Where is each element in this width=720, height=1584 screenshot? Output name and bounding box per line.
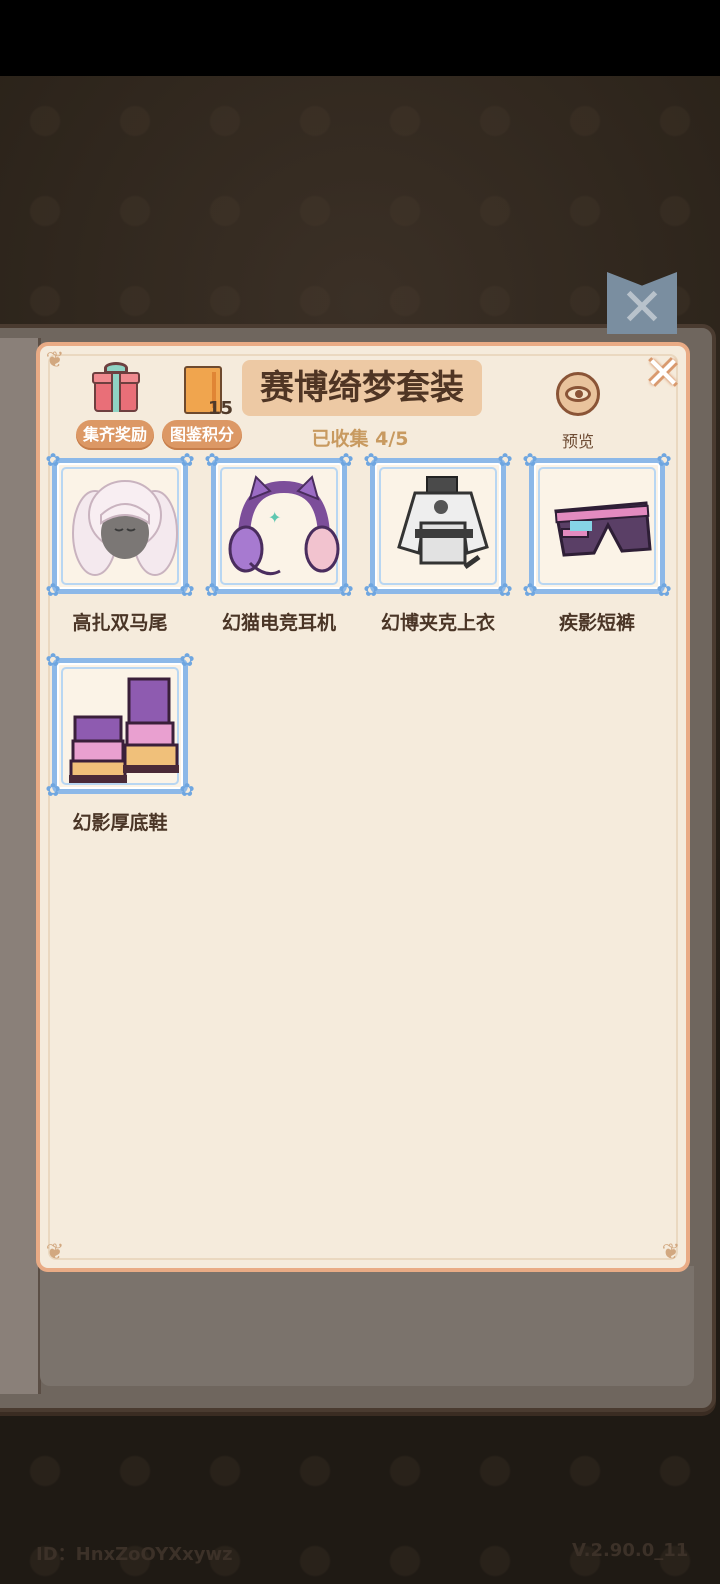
close-button[interactable]: ✕ [640, 352, 686, 398]
set-title: 赛博绮梦套装 [242, 360, 482, 416]
eye-icon[interactable] [556, 372, 600, 416]
svg-text:✦: ✦ [268, 508, 281, 527]
cyber-jacket-icon [397, 476, 489, 570]
item-frame [52, 658, 188, 794]
item-frame [529, 458, 665, 594]
platform-boots-icon [69, 677, 179, 783]
frame-clover-icon: ✿ [45, 780, 61, 801]
item-name: 幻影厚底鞋 [72, 812, 168, 834]
corner-ornament-icon: ❦ [45, 348, 65, 373]
bookmark-close-icon: ✕ [620, 278, 664, 338]
item-name: 高扎双马尾 [72, 612, 168, 634]
item-card[interactable]: ✿ ✿ ✿ ✿ 高扎双马尾 [44, 452, 196, 642]
version-label: V.2.90.0_11 [572, 1540, 689, 1561]
frame-clover-icon: ✿ [45, 450, 61, 471]
frame-clover-icon: ✿ [179, 780, 195, 801]
item-name: 幻猫电竞耳机 [221, 612, 336, 634]
frame-clover-icon: ✿ [338, 450, 354, 471]
player-id: ID：HnxZoOYXxywz [36, 1544, 233, 1565]
points-count: 15 [208, 398, 234, 419]
item-name: 疾影短裤 [558, 612, 635, 634]
corner-ornament-icon: ❦ [661, 1240, 681, 1265]
cat-ear-headphones-icon: ✦ [228, 475, 340, 576]
book-spine [0, 338, 41, 1394]
item-frame [52, 458, 188, 594]
frame-clover-icon: ✿ [204, 580, 220, 601]
frame-clover-icon: ✿ [363, 450, 379, 471]
frame-clover-icon: ✿ [522, 580, 538, 601]
book-lower-page [40, 1266, 694, 1386]
frame-clover-icon: ✿ [656, 450, 672, 471]
corner-ornament-icon: ❦ [45, 1240, 65, 1265]
item-frame [370, 458, 506, 594]
frame-clover-icon: ✿ [363, 580, 379, 601]
collection-progress: 已收集 4/5 [311, 428, 409, 450]
frame-clover-icon: ✿ [497, 450, 513, 471]
frame-clover-icon: ✿ [45, 650, 61, 671]
frame-clover-icon: ✿ [179, 450, 195, 471]
status-bar [0, 0, 720, 76]
item-frame: ✦ [211, 458, 347, 594]
twin-tails-hair-icon [72, 480, 178, 576]
frame-clover-icon: ✿ [656, 580, 672, 601]
item-name: 幻博夹克上衣 [380, 612, 495, 634]
frame-clover-icon: ✿ [204, 450, 220, 471]
frame-clover-icon: ✿ [45, 580, 61, 601]
frame-clover-icon: ✿ [179, 650, 195, 671]
item-card[interactable]: ✦ ✿ ✿ ✿ ✿ 幻猫电竞耳机 [203, 452, 355, 642]
collection-points-button[interactable]: 图鉴积分 [162, 420, 242, 450]
gift-icon[interactable] [92, 362, 140, 414]
preview-label[interactable]: 预览 [548, 428, 608, 452]
frame-clover-icon: ✿ [497, 580, 513, 601]
frame-clover-icon: ✿ [179, 580, 195, 601]
item-card[interactable]: ✿ ✿ ✿ ✿ 幻博夹克上衣 [362, 452, 514, 642]
item-card[interactable]: ✿ ✿ ✿ ✿ 疾影短裤 [521, 452, 673, 642]
frame-clover-icon: ✿ [338, 580, 354, 601]
shorts-icon [554, 501, 652, 557]
collect-reward-button[interactable]: 集齐奖励 [76, 420, 154, 450]
frame-clover-icon: ✿ [522, 450, 538, 471]
item-card[interactable]: ✿ ✿ ✿ ✿ 幻影厚底鞋 [44, 652, 196, 842]
